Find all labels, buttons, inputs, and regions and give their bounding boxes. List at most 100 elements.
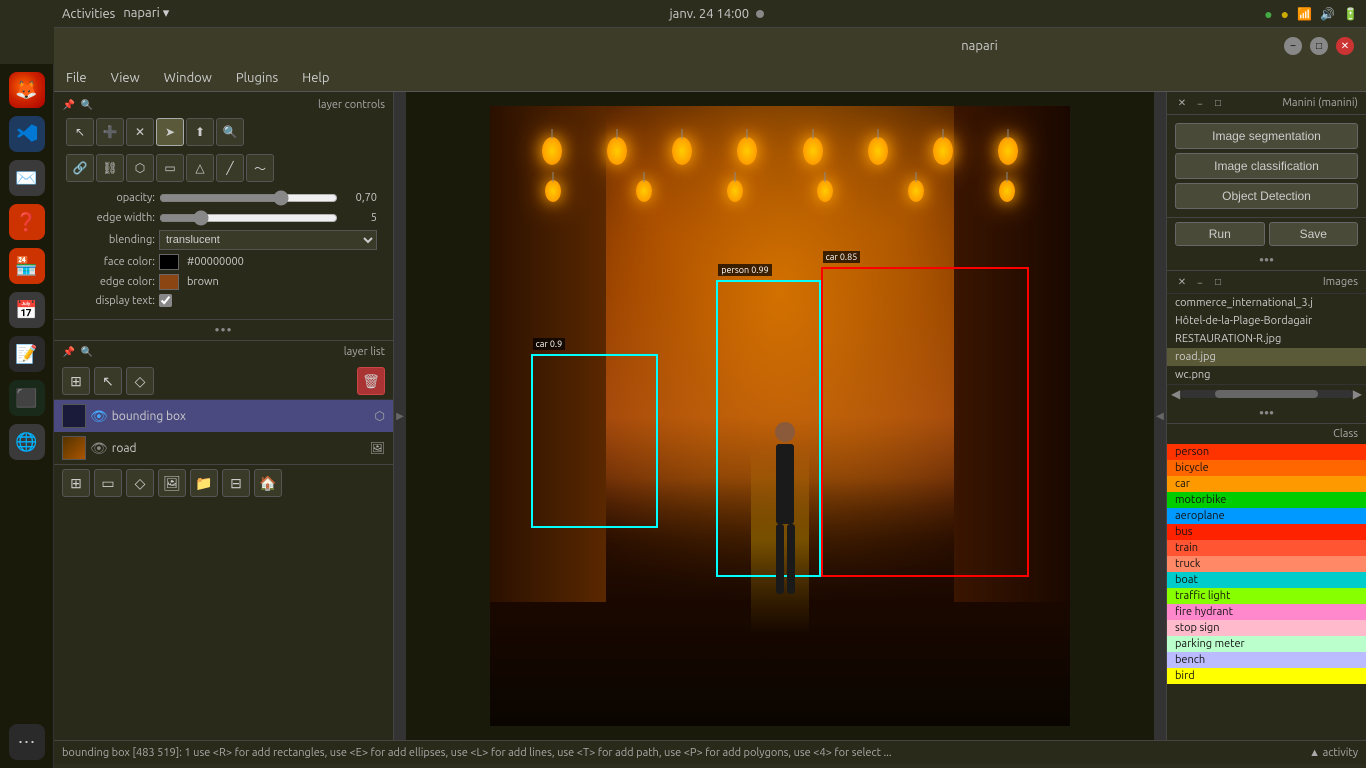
bottom-tool-grid2[interactable]: ⊟ — [222, 469, 250, 497]
right-dots[interactable]: ••• — [1259, 252, 1274, 268]
calendar-icon[interactable]: 📅 — [9, 292, 45, 328]
run-button[interactable]: Run — [1175, 222, 1265, 246]
tool-polygon[interactable]: ⬡ — [126, 154, 154, 182]
close-images-icon[interactable]: ✕ — [1175, 275, 1189, 289]
tool-add[interactable]: ➕ — [96, 118, 124, 146]
controls-dots[interactable]: ••• — [214, 322, 232, 338]
class-bird[interactable]: bird — [1167, 668, 1366, 684]
activity-label[interactable]: ▲ activity — [1309, 747, 1358, 759]
class-stop-sign[interactable]: stop sign — [1167, 620, 1366, 636]
terminal-icon[interactable]: ⬛ — [9, 380, 45, 416]
object-detection-btn[interactable]: Object Detection — [1175, 183, 1358, 209]
minimize-button[interactable]: − — [1284, 37, 1302, 55]
class-bench[interactable]: bench — [1167, 652, 1366, 668]
class-dots[interactable]: ••• — [1259, 405, 1274, 421]
blending-select[interactable]: translucent additive opaque — [159, 230, 377, 250]
scroll-right-btn[interactable]: ▶ — [1353, 387, 1362, 401]
layer-add-icon[interactable]: 📌 — [62, 345, 76, 359]
face-color-swatch[interactable] — [159, 254, 179, 270]
minimize-panel-icon[interactable]: − — [1193, 96, 1207, 110]
edge-width-slider[interactable] — [159, 210, 338, 226]
save-button[interactable]: Save — [1269, 222, 1359, 246]
close-panel-icon[interactable]: ✕ — [1175, 96, 1189, 110]
class-boat[interactable]: boat — [1167, 572, 1366, 588]
image-item-1[interactable]: Hôtel-de-la-Plage-Bordagair — [1167, 312, 1366, 330]
scroll-left-btn[interactable]: ◀ — [1171, 387, 1180, 401]
search-icon[interactable]: 🔍 — [80, 98, 94, 112]
tool-triangle[interactable]: △ — [186, 154, 214, 182]
apps-icon[interactable]: ⋯ — [9, 724, 45, 760]
display-text-checkbox[interactable] — [159, 294, 172, 307]
layer-item-road[interactable]: 👁 road 🖼 — [54, 432, 393, 464]
notes-icon[interactable]: 📝 — [9, 336, 45, 372]
bottom-tool-home[interactable]: 🏠 — [254, 469, 282, 497]
bottom-tool-folder[interactable]: 📁 — [190, 469, 218, 497]
bottom-tool-shapes[interactable]: ◇ — [126, 469, 154, 497]
menu-view[interactable]: View — [107, 69, 144, 87]
activities-label[interactable]: Activities — [62, 7, 115, 21]
pin-icon[interactable]: 📌 — [62, 98, 76, 112]
layer-eye-bounding-box[interactable]: 👁 — [90, 408, 108, 425]
tool-magnify[interactable]: 🔍 — [216, 118, 244, 146]
maximize-button[interactable]: □ — [1310, 37, 1328, 55]
image-item-3[interactable]: road.jpg — [1167, 348, 1366, 366]
tool-chain[interactable]: ⛓ — [96, 154, 124, 182]
class-car[interactable]: car — [1167, 476, 1366, 492]
class-traffic-light[interactable]: traffic light — [1167, 588, 1366, 604]
layer-eye-road[interactable]: 👁 — [90, 440, 108, 457]
app-indicator-name[interactable]: napari — [123, 6, 159, 20]
bottom-tool-rect[interactable]: ▭ — [94, 469, 122, 497]
maximize-panel-icon[interactable]: □ — [1211, 96, 1225, 110]
image-item-0[interactable]: commerce_international_3.j — [1167, 294, 1366, 312]
left-collapse-handle[interactable]: ▶ — [394, 92, 406, 740]
bottom-tool-grid[interactable]: ⊞ — [62, 469, 90, 497]
menu-window[interactable]: Window — [160, 69, 216, 87]
layer-tool-select[interactable]: ↖ — [94, 367, 122, 395]
chrome-icon[interactable]: 🌐 — [9, 424, 45, 460]
class-fire-hydrant[interactable]: fire hydrant — [1167, 604, 1366, 620]
layer-tool-shapes[interactable]: ◇ — [126, 367, 154, 395]
class-bicycle[interactable]: bicycle — [1167, 460, 1366, 476]
bottom-tool-image[interactable]: 🖼 — [158, 469, 186, 497]
tool-arrow[interactable]: ➤ — [156, 118, 184, 146]
firefox-icon[interactable]: 🦊 — [9, 72, 45, 108]
layer-search-icon[interactable]: 🔍 — [80, 345, 94, 359]
tool-remove[interactable]: ✕ — [126, 118, 154, 146]
help-icon[interactable]: ❓ — [9, 204, 45, 240]
layer-item-bounding-box[interactable]: 👁 bounding box ⬡ — [54, 400, 393, 432]
vscode-icon[interactable] — [9, 116, 45, 152]
image-item-2[interactable]: RESTAURATION-R.jpg — [1167, 330, 1366, 348]
class-train[interactable]: train — [1167, 540, 1366, 556]
scroll-thumb[interactable] — [1215, 390, 1319, 398]
right-collapse-handle[interactable]: ◀ — [1154, 92, 1166, 740]
tool-path[interactable]: 〜 — [246, 154, 274, 182]
tool-line[interactable]: ╱ — [216, 154, 244, 182]
image-item-4[interactable]: wc.png — [1167, 366, 1366, 384]
layer-tool-grid[interactable]: ⊞ — [62, 367, 90, 395]
class-person[interactable]: person — [1167, 444, 1366, 460]
class-parking-meter[interactable]: parking meter — [1167, 636, 1366, 652]
tool-link[interactable]: 🔗 — [66, 154, 94, 182]
canvas-area[interactable]: car 0.9 person 0.99 car 0.85 — [406, 92, 1154, 740]
scroll-track[interactable] — [1180, 390, 1353, 398]
class-bus[interactable]: bus — [1167, 524, 1366, 540]
tool-select[interactable]: ↖ — [66, 118, 94, 146]
tool-pointer[interactable]: ⬆ — [186, 118, 214, 146]
tool-rect[interactable]: ▭ — [156, 154, 184, 182]
software-center-icon[interactable]: 🏪 — [9, 248, 45, 284]
image-segmentation-btn[interactable]: Image segmentation — [1175, 123, 1358, 149]
image-classification-btn[interactable]: Image classification — [1175, 153, 1358, 179]
menu-plugins[interactable]: Plugins — [232, 69, 282, 87]
menu-help[interactable]: Help — [298, 69, 333, 87]
opacity-slider[interactable] — [159, 190, 338, 206]
email-icon[interactable]: ✉️ — [9, 160, 45, 196]
min-images-icon[interactable]: − — [1193, 275, 1207, 289]
max-images-icon[interactable]: □ — [1211, 275, 1225, 289]
class-truck[interactable]: truck — [1167, 556, 1366, 572]
layer-tool-delete[interactable]: 🗑 — [357, 367, 385, 395]
close-button[interactable]: ✕ — [1336, 37, 1354, 55]
edge-color-swatch[interactable] — [159, 274, 179, 290]
menu-file[interactable]: File — [62, 69, 91, 87]
class-motorbike[interactable]: motorbike — [1167, 492, 1366, 508]
class-aeroplane[interactable]: aeroplane — [1167, 508, 1366, 524]
